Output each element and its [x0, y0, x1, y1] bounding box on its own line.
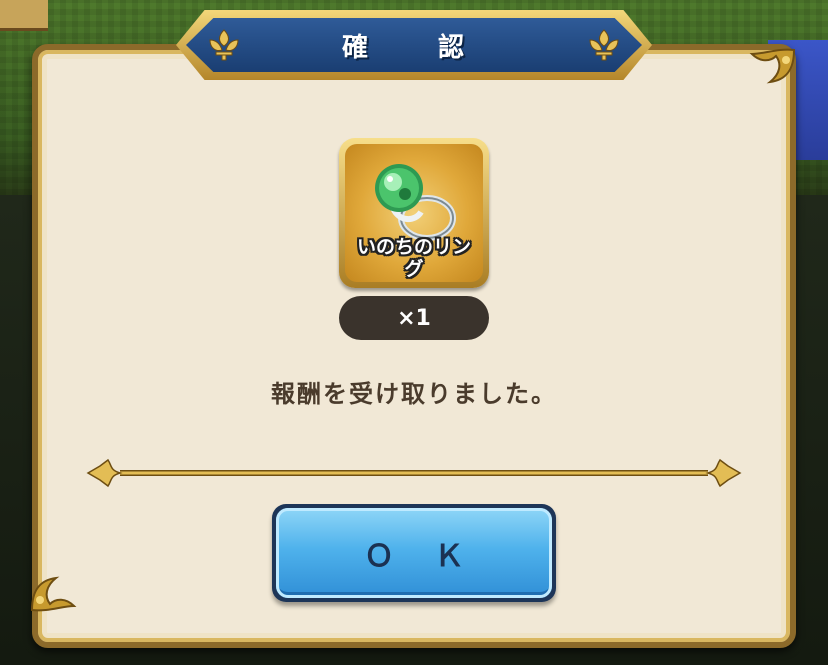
background-chest: [0, 0, 48, 31]
item-name-label: いのちのリング: [356, 236, 471, 280]
corner-ornament-icon: [30, 576, 77, 612]
ok-button[interactable]: ＯＫ: [276, 508, 552, 598]
ok-button-frame: ＯＫ: [272, 504, 556, 602]
dialog-title: 確 認: [341, 32, 486, 63]
item-quantity-badge: ×1: [339, 296, 489, 340]
reward-item-slot: いのちのリング: [339, 138, 489, 288]
ornamental-divider: [86, 458, 742, 488]
corner-ornament-icon: [749, 48, 796, 84]
reward-message: 報酬を受け取りました。: [271, 380, 557, 408]
